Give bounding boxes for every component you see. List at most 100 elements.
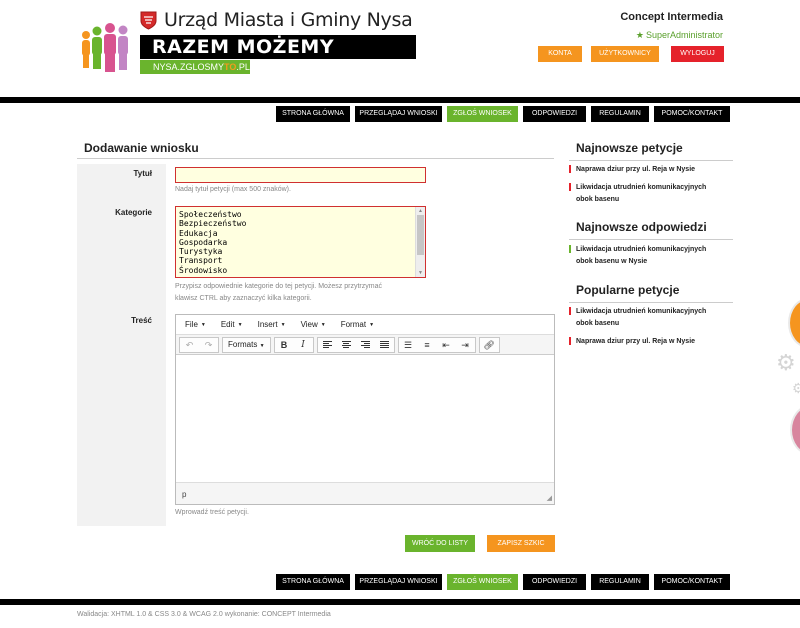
numbered-list-icon[interactable]: ≡ bbox=[418, 338, 437, 352]
scroll-thumb[interactable] bbox=[417, 215, 424, 255]
bold-icon[interactable]: B bbox=[275, 338, 294, 352]
category-option[interactable]: Gospodarka bbox=[179, 238, 246, 247]
sidebar-popular-link[interactable]: Naprawa dziur przy ul. Reja w Nysie bbox=[569, 336, 729, 348]
subdomain-badge[interactable]: NYSA.ZGLOSMYTO.PL bbox=[140, 60, 250, 74]
scroll-down-icon[interactable]: ▼ bbox=[417, 270, 424, 276]
caret-down-icon: ▼ bbox=[237, 322, 243, 328]
editor-toolbar: ↶ ↷ Formats ▼ B I ☰ ≡ ⇤ ⇥ 🔗︎ bbox=[176, 334, 554, 355]
menu-edit[interactable]: Edit ▼ bbox=[221, 320, 243, 329]
company-name: Concept Intermedia bbox=[620, 11, 723, 23]
align-right-icon[interactable] bbox=[356, 338, 375, 352]
nav-answers[interactable]: ODPOWIEDZI bbox=[523, 106, 586, 122]
indent-icon[interactable]: ⇥ bbox=[456, 338, 475, 352]
categories-scrollbar[interactable]: ▲ ▼ bbox=[415, 207, 425, 277]
link-group: 🔗︎ bbox=[478, 336, 500, 353]
bottom-nav: STRONA GŁÓWNA PRZEGLĄDAJ WNIOSKI ZGŁOŚ W… bbox=[276, 574, 735, 590]
align-justify-icon[interactable] bbox=[375, 338, 394, 352]
back-to-list-button[interactable]: WRÓĆ DO LISTY bbox=[405, 535, 475, 552]
category-option[interactable]: Transport bbox=[179, 256, 246, 265]
list-group: ☰ ≡ ⇤ ⇥ bbox=[397, 336, 476, 353]
content-label: Treść bbox=[131, 316, 152, 325]
nav-answers[interactable]: ODPOWIEDZI bbox=[523, 574, 586, 590]
formats-group: Formats ▼ bbox=[222, 336, 271, 353]
nav-rules[interactable]: REGULAMIN bbox=[591, 574, 649, 590]
categories-list: Społeczeństwo Bezpieczeństwo Edukacja Go… bbox=[179, 210, 246, 275]
decorative-circle bbox=[790, 405, 800, 455]
save-draft-button[interactable]: ZAPISZ SZKIC bbox=[487, 535, 555, 552]
editor-statusbar: p ◢ bbox=[176, 482, 554, 504]
align-center-icon[interactable] bbox=[337, 338, 356, 352]
align-group bbox=[316, 336, 395, 353]
subdomain-prefix: NYSA.ZGLOSMY bbox=[153, 62, 225, 72]
caret-down-icon: ▼ bbox=[280, 322, 286, 328]
nav-browse[interactable]: PRZEGLĄDAJ WNIOSKI bbox=[355, 574, 442, 590]
slogan-banner: RAZEM MOŻEMY WIĘCEJ bbox=[140, 35, 416, 82]
menu-insert[interactable]: Insert ▼ bbox=[258, 320, 286, 329]
outdent-icon[interactable]: ⇤ bbox=[437, 338, 456, 352]
link-line: Likwidacja utrudnień komunikacyjnych bbox=[576, 184, 707, 191]
menu-format-label: Format bbox=[340, 320, 367, 329]
nav-submit[interactable]: ZGŁOŚ WNIOSEK bbox=[447, 106, 518, 122]
scroll-up-icon[interactable]: ▲ bbox=[417, 208, 424, 214]
style-group: B I bbox=[273, 336, 314, 353]
newest-answers-heading: Najnowsze odpowiedzi bbox=[576, 220, 707, 234]
popular-petitions-heading: Popularne petycje bbox=[576, 283, 680, 297]
menu-file[interactable]: File ▼ bbox=[185, 320, 206, 329]
menu-insert-label: Insert bbox=[257, 320, 278, 329]
link-line: Naprawa dziur przy ul. Reja w Nysie bbox=[576, 166, 696, 173]
undo-icon[interactable]: ↶ bbox=[180, 338, 199, 352]
category-option[interactable]: Środowisko bbox=[179, 266, 246, 275]
gear-icon: ⚙ bbox=[792, 380, 800, 396]
link-icon[interactable]: 🔗︎ bbox=[480, 338, 499, 352]
category-option[interactable]: Edukacja bbox=[179, 229, 246, 238]
user-role: ★ SuperAdministrator bbox=[636, 30, 723, 41]
category-option[interactable]: Turystyka bbox=[179, 247, 246, 256]
footer-text: Walidacja: XHTML 1.0 & CSS 3.0 & WCAG 2.… bbox=[77, 611, 331, 618]
italic-icon[interactable]: I bbox=[294, 338, 313, 352]
categories-select[interactable]: Społeczeństwo Bezpieczeństwo Edukacja Go… bbox=[175, 206, 426, 278]
logout-button[interactable]: WYLOGUJ bbox=[671, 46, 724, 62]
users-button[interactable]: UŻYTKOWNICY bbox=[591, 46, 659, 62]
caret-down-icon: ▼ bbox=[369, 322, 375, 328]
nav-rules[interactable]: REGULAMIN bbox=[591, 106, 649, 122]
header-divider bbox=[0, 97, 800, 103]
menu-edit-label: Edit bbox=[220, 320, 235, 329]
menu-view[interactable]: View ▼ bbox=[301, 320, 326, 329]
content-hint: Wprowadź treść petycji. bbox=[175, 509, 249, 516]
formats-label: Formats bbox=[228, 339, 258, 349]
element-path[interactable]: p bbox=[182, 490, 186, 499]
nav-browse[interactable]: PRZEGLĄDAJ WNIOSKI bbox=[355, 106, 442, 122]
menu-format[interactable]: Format ▼ bbox=[341, 320, 374, 329]
redo-icon[interactable]: ↷ bbox=[199, 338, 218, 352]
editor-content-area[interactable] bbox=[176, 356, 554, 482]
sidebar-petition-link[interactable]: Likwidacja utrudnień komunikacyjnych obok… bbox=[569, 182, 729, 206]
link-line: Likwidacja utrudnień komunikacyjnych bbox=[576, 246, 707, 253]
title-divider bbox=[77, 158, 554, 159]
page-title: Dodawanie wniosku bbox=[84, 141, 199, 155]
nav-help[interactable]: POMOC/KONTAKT bbox=[654, 574, 730, 590]
bullet-list-icon[interactable]: ☰ bbox=[399, 338, 418, 352]
menu-view-label: View bbox=[300, 320, 318, 329]
title-label: Tytuł bbox=[133, 169, 152, 178]
formats-dropdown[interactable]: Formats ▼ bbox=[223, 338, 270, 352]
category-option[interactable]: Społeczeństwo bbox=[179, 210, 246, 219]
sidebar-petition-link[interactable]: Naprawa dziur przy ul. Reja w Nysie bbox=[569, 164, 729, 176]
nav-help[interactable]: POMOC/KONTAKT bbox=[654, 106, 730, 122]
sidebar-divider bbox=[569, 302, 733, 303]
caret-down-icon: ▼ bbox=[200, 322, 206, 328]
sidebar-popular-link[interactable]: Likwidacja utrudnień komunikacyjnych obok… bbox=[569, 306, 729, 330]
city-title: Urząd Miasta i Gminy Nysa bbox=[164, 9, 413, 31]
category-option[interactable]: Bezpieczeństwo bbox=[179, 219, 246, 228]
nav-home[interactable]: STRONA GŁÓWNA bbox=[276, 106, 350, 122]
resize-handle-icon[interactable]: ◢ bbox=[547, 494, 552, 502]
nav-home[interactable]: STRONA GŁÓWNA bbox=[276, 574, 350, 590]
sidebar-divider bbox=[569, 239, 733, 240]
star-icon: ★ bbox=[635, 30, 644, 40]
sidebar-answer-link[interactable]: Likwidacja utrudnień komunikacyjnych obok… bbox=[569, 244, 729, 268]
sidebar-divider bbox=[569, 160, 733, 161]
title-input[interactable] bbox=[175, 167, 426, 183]
categories-hint-line: klawisz CTRL aby zaznaczyć kilka kategor… bbox=[175, 295, 312, 302]
nav-submit[interactable]: ZGŁOŚ WNIOSEK bbox=[447, 574, 518, 590]
align-left-icon[interactable] bbox=[318, 338, 337, 352]
accounts-button[interactable]: KONTA bbox=[538, 46, 582, 62]
